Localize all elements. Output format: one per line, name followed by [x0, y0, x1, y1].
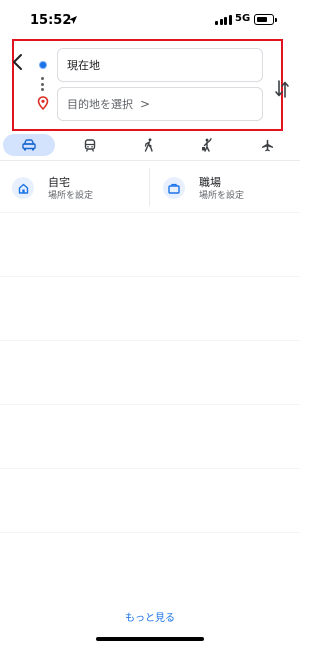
tabs-divider — [0, 160, 300, 161]
back-arrow-icon[interactable] — [10, 52, 26, 72]
list-separator — [0, 404, 300, 405]
swap-icon[interactable] — [274, 78, 290, 100]
tab-transit[interactable] — [78, 134, 102, 156]
train-icon — [84, 138, 96, 152]
tab-walk[interactable] — [137, 134, 161, 156]
shortcut-home-title: 自宅 — [48, 175, 70, 189]
destination-placeholder: 目的地を選択 — [67, 98, 133, 111]
home-icon — [18, 183, 28, 194]
shortcut-divider — [149, 168, 150, 206]
see-more-link[interactable]: もっと見る — [0, 609, 300, 624]
tab-car[interactable] — [3, 134, 55, 156]
signal-icon — [215, 15, 232, 25]
route-dots-icon — [41, 77, 44, 91]
shortcut-home-subtitle: 場所を設定 — [48, 190, 94, 201]
network-type: 5G — [235, 13, 251, 24]
list-separator — [0, 468, 300, 469]
tab-ride[interactable] — [196, 134, 220, 156]
status-bar: 15:52 5G — [0, 0, 300, 40]
list-separator — [0, 276, 300, 277]
battery-icon — [254, 14, 277, 25]
travel-mode-tabs — [0, 132, 300, 158]
chevron-right-icon: > — [140, 97, 151, 111]
destination-pin-icon — [37, 96, 49, 110]
list-separator — [0, 532, 300, 533]
walk-icon — [144, 138, 153, 152]
plane-icon — [261, 139, 273, 151]
status-time: 15:52 — [30, 13, 72, 28]
shortcut-work-subtitle: 場所を設定 — [199, 190, 245, 201]
shortcut-work-title: 職場 — [199, 175, 221, 189]
hail-icon — [202, 138, 212, 152]
shortcut-work[interactable]: 職場 場所を設定 — [163, 170, 293, 206]
origin-dot-icon — [39, 61, 47, 69]
tab-flight[interactable] — [255, 134, 279, 156]
origin-input[interactable]: 現在地 — [57, 48, 263, 82]
origin-value: 現在地 — [67, 59, 100, 72]
home-indicator[interactable] — [96, 637, 204, 641]
destination-input[interactable]: 目的地を選択 > — [57, 87, 263, 121]
list-separator — [0, 340, 300, 341]
list-separator — [0, 212, 300, 213]
car-icon — [22, 139, 36, 151]
briefcase-icon — [168, 183, 180, 194]
shortcut-home[interactable]: 自宅 場所を設定 — [12, 170, 142, 206]
location-arrow-icon — [69, 16, 77, 24]
